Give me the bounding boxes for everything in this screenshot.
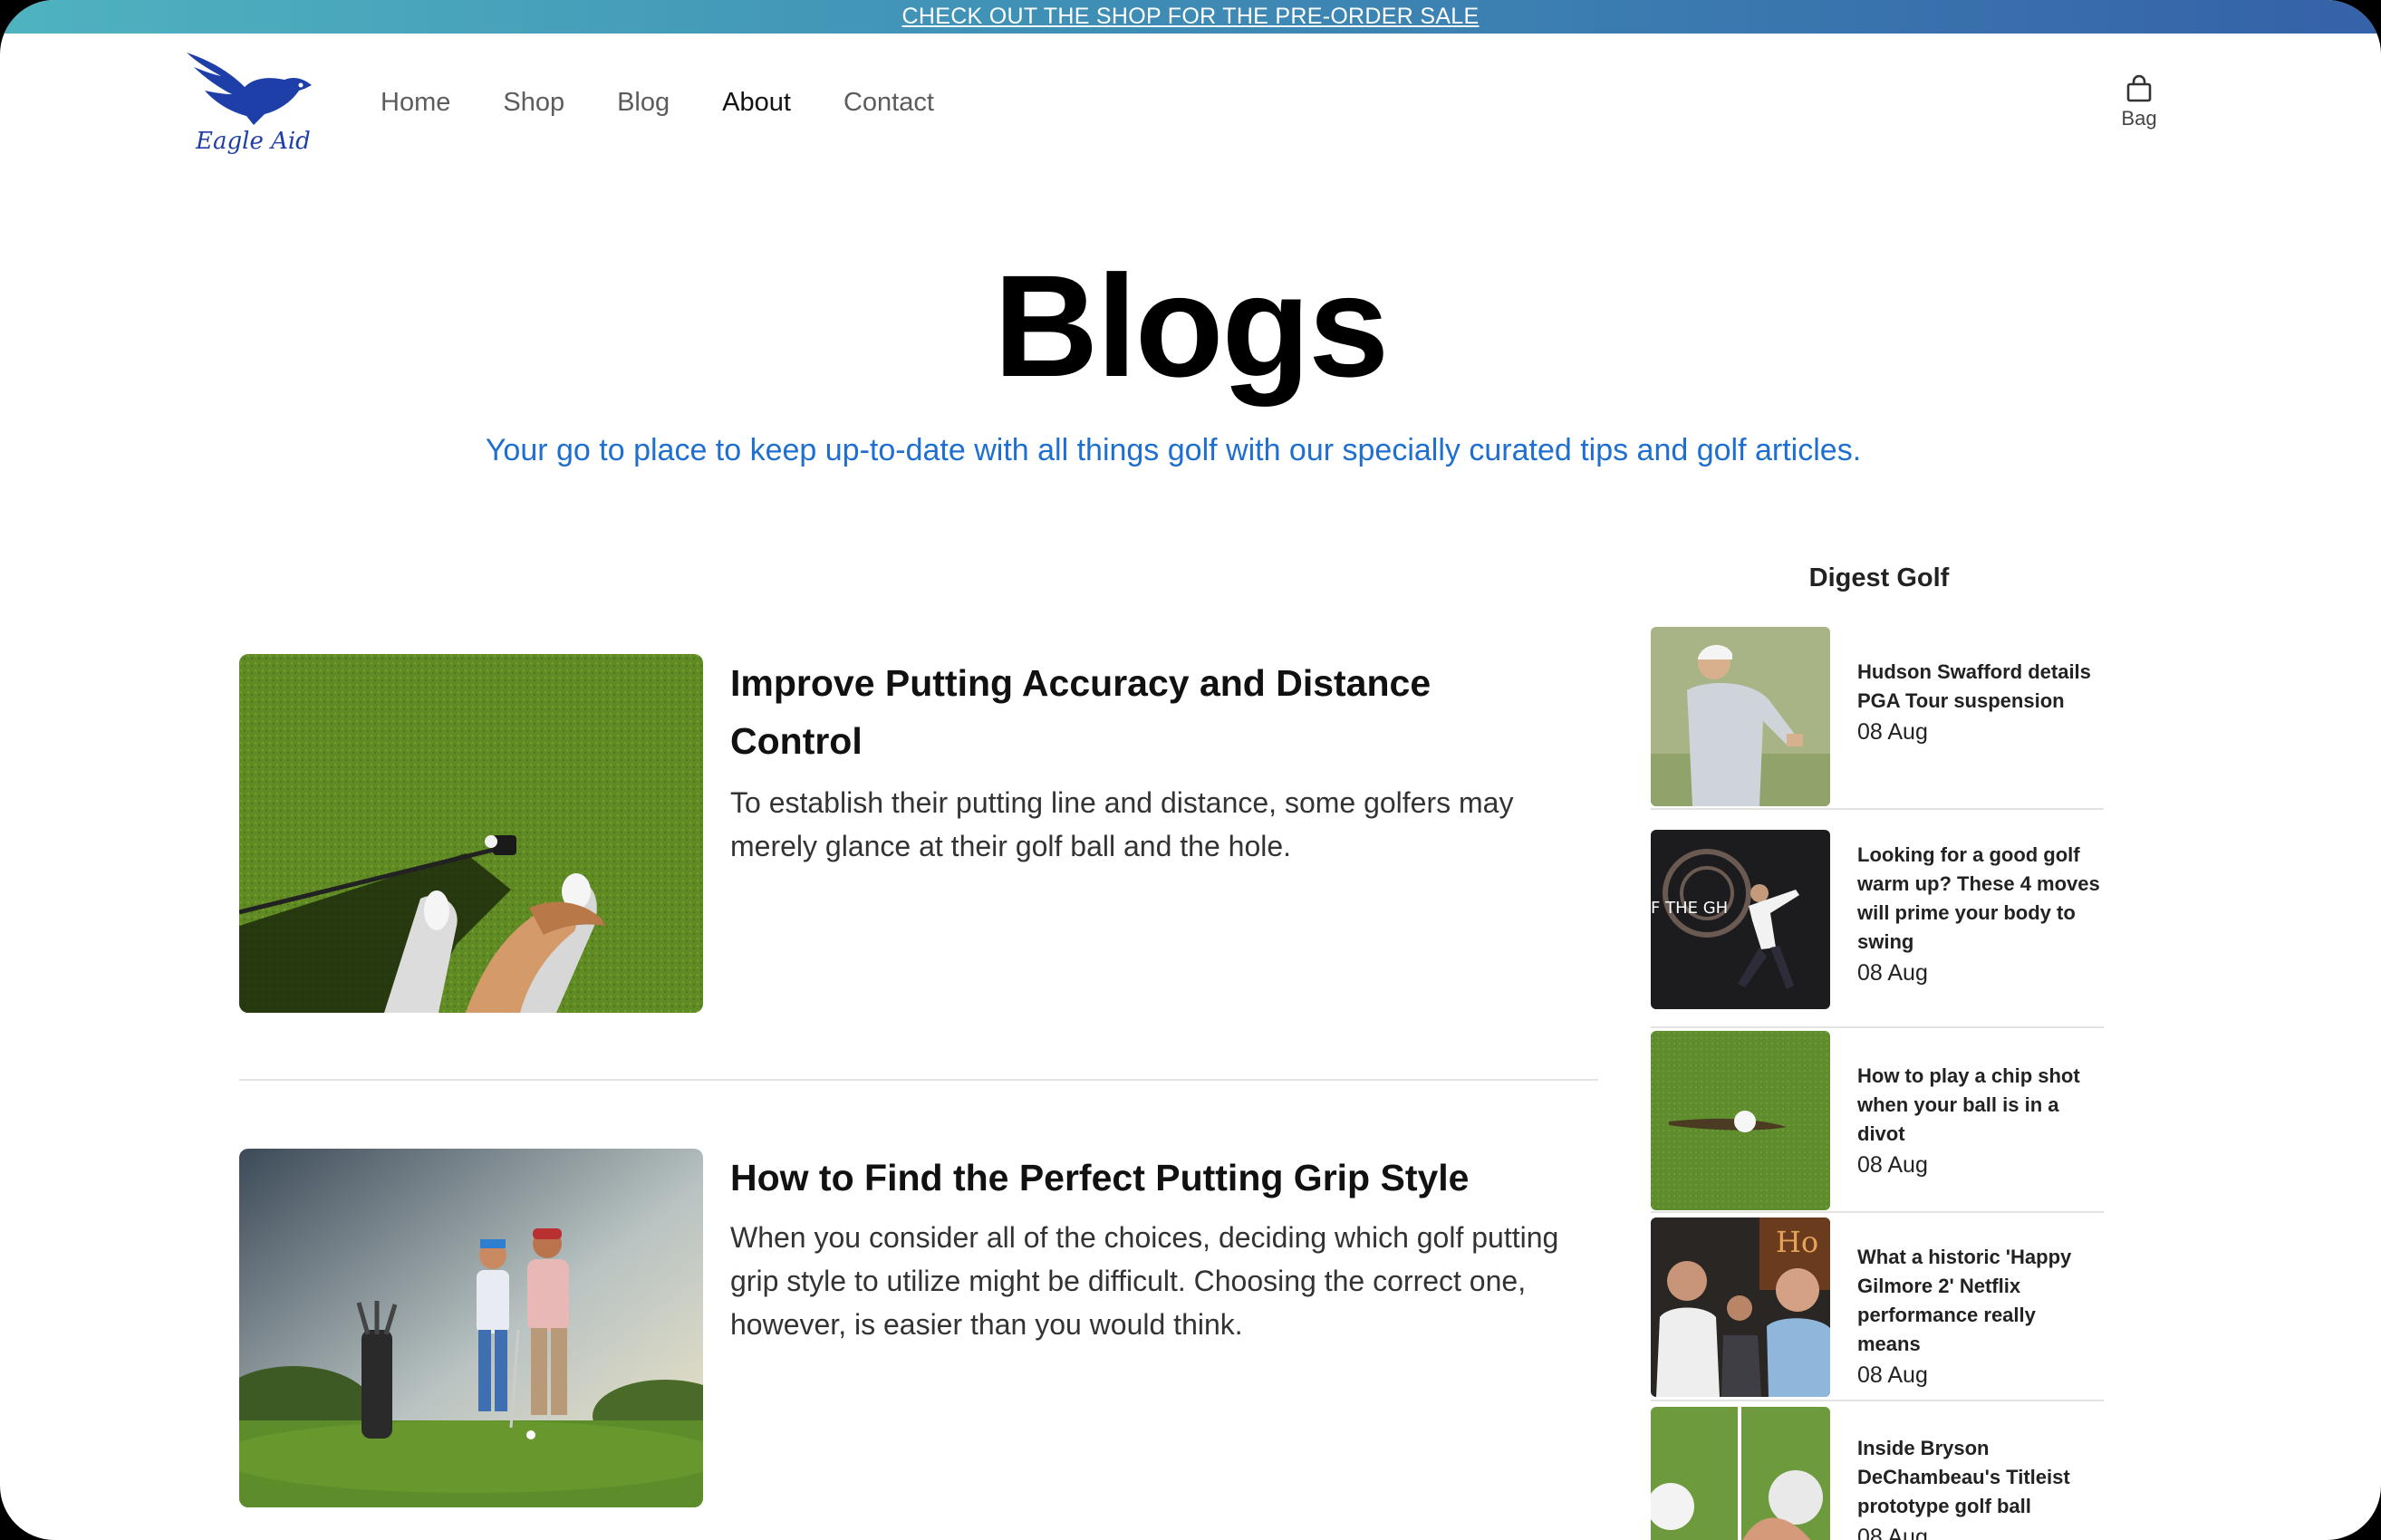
news-text: How to play a chip shot when your ball i…	[1857, 1062, 2102, 1181]
page-title: Blogs	[993, 245, 1389, 407]
main-nav: Home Shop Blog About Contact	[381, 88, 934, 118]
browser-frame: CHECK OUT THE SHOP FOR THE PRE-ORDER SAL…	[0, 0, 2381, 1540]
news-thumbnail	[1651, 1407, 1830, 1540]
news-title: Looking for a good golf warm up? These 4…	[1857, 843, 2100, 953]
promo-link[interactable]: CHECK OUT THE SHOP FOR THE PRE-ORDER SAL…	[902, 0, 1480, 34]
sidebar-separator	[1651, 1211, 2104, 1213]
golf-lesson-image	[239, 1149, 703, 1507]
news-date: 08 Aug	[1857, 960, 1928, 986]
news-title: Hudson Swafford details PGA Tour suspens…	[1857, 660, 2091, 712]
eagle-logo-icon: Eagle Aid	[187, 53, 312, 155]
news-date: 08 Aug	[1857, 1152, 1928, 1178]
sidebar-separator	[1651, 808, 2104, 810]
sidebar-separator	[1651, 1026, 2104, 1028]
blog-post-card: Improve Putting Accuracy and Distance Co…	[239, 654, 1598, 1016]
post-title[interactable]: Improve Putting Accuracy and Distance Co…	[730, 654, 1546, 770]
news-text: Inside Bryson DeChambeau's Titleist prot…	[1857, 1434, 2102, 1540]
sidebar-news-item[interactable]: F THE GH Looking for a good golf warm up…	[1651, 830, 2104, 1011]
news-text: What a historic 'Happy Gilmore 2' Netfli…	[1857, 1243, 2102, 1391]
happy-gilmore-photo: Ho	[1651, 1218, 1830, 1397]
news-text: Hudson Swafford details PGA Tour suspens…	[1857, 658, 2102, 748]
sidebar-separator	[1651, 1400, 2104, 1401]
news-title: What a historic 'Happy Gilmore 2' Netfli…	[1857, 1246, 2072, 1355]
golf-ball-photo	[1651, 1407, 1830, 1540]
news-thumbnail	[1651, 1031, 1830, 1210]
nav-about[interactable]: About	[722, 88, 791, 118]
news-title: How to play a chip shot when your ball i…	[1857, 1064, 2080, 1145]
nav-shop[interactable]: Shop	[503, 88, 564, 118]
putting-green-image	[239, 654, 703, 1013]
chip-shot-photo	[1651, 1031, 1830, 1210]
bag-label: Bag	[2121, 107, 2157, 130]
news-thumbnail: Ho	[1651, 1218, 1830, 1397]
sidebar-news-item[interactable]: Ho What a historic 'Happy Gilmore 2' Net…	[1651, 1218, 2104, 1399]
page-subtitle: Your go to place to keep up-to-date with…	[485, 433, 1862, 467]
news-title: Inside Bryson DeChambeau's Titleist prot…	[1857, 1437, 2070, 1517]
news-date: 08 Aug	[1857, 1525, 1928, 1540]
sidebar-news-item[interactable]: Hudson Swafford details PGA Tour suspens…	[1651, 627, 2104, 808]
warm-up-photo: F THE GH	[1651, 830, 1830, 1009]
svg-text:F THE GH: F THE GH	[1651, 899, 1728, 918]
news-date: 08 Aug	[1857, 719, 1928, 745]
blog-post-card: How to Find the Perfect Putting Grip Sty…	[239, 1149, 1598, 1511]
nav-contact[interactable]: Contact	[843, 88, 934, 118]
brand-logo[interactable]: Eagle Aid	[181, 47, 319, 163]
post-thumbnail[interactable]	[239, 1149, 703, 1507]
sidebar-news-item[interactable]: Inside Bryson DeChambeau's Titleist prot…	[1651, 1407, 2104, 1540]
bag-button[interactable]: Bag	[2116, 74, 2162, 130]
golfer-photo	[1651, 627, 1830, 806]
sidebar-news-item[interactable]: How to play a chip shot when your ball i…	[1651, 1031, 2104, 1212]
news-thumbnail	[1651, 627, 1830, 806]
sidebar-title: Digest Golf	[1808, 563, 1950, 592]
post-excerpt: To establish their putting line and dist…	[730, 786, 1514, 862]
news-text: Looking for a good golf warm up? These 4…	[1857, 841, 2102, 989]
nav-blog[interactable]: Blog	[617, 88, 670, 118]
svg-text:Ho: Ho	[1776, 1225, 1818, 1259]
svg-text:Eagle Aid: Eagle Aid	[195, 128, 311, 155]
news-date: 08 Aug	[1857, 1362, 1928, 1388]
news-thumbnail: F THE GH	[1651, 830, 1830, 1009]
promo-banner: CHECK OUT THE SHOP FOR THE PRE-ORDER SAL…	[0, 0, 2381, 34]
shopping-bag-icon	[2126, 74, 2152, 102]
nav-home[interactable]: Home	[381, 88, 450, 118]
post-title[interactable]: How to Find the Perfect Putting Grip Sty…	[730, 1149, 1546, 1207]
post-thumbnail[interactable]	[239, 654, 703, 1013]
post-divider	[239, 1079, 1598, 1081]
post-excerpt: When you consider all of the choices, de…	[730, 1221, 1559, 1341]
